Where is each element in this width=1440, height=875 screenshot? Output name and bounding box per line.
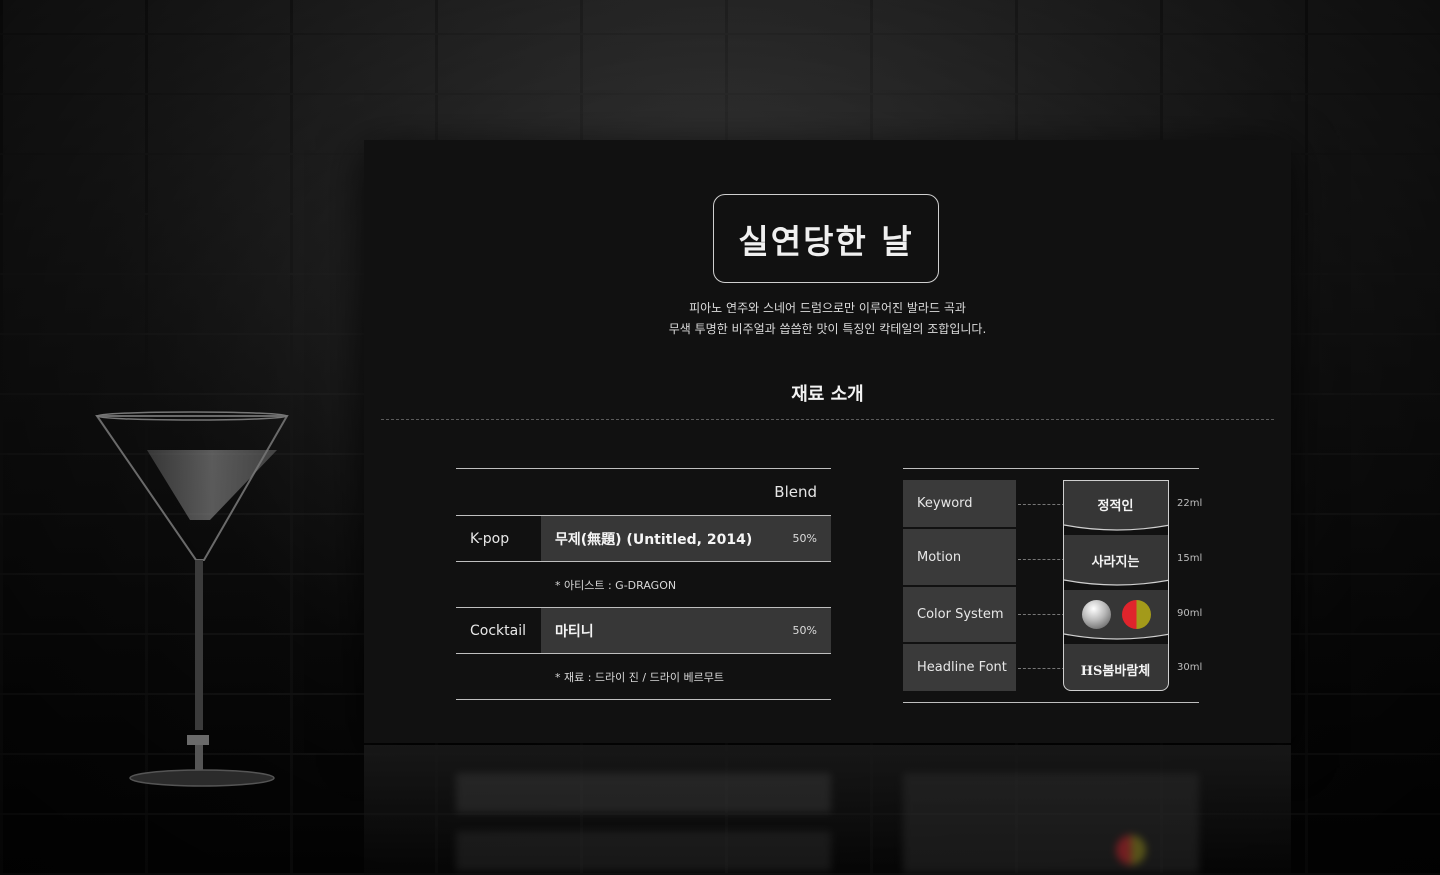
dashed-divider [381, 419, 1274, 420]
table-row: K-pop 무제(無題) (Untitled, 2014) 50% [456, 516, 831, 561]
color-swatch-silver [1082, 600, 1111, 629]
blend-header: Blend [774, 483, 817, 501]
title-frame: 실연당한 날 [713, 194, 939, 283]
ingredient-name: 마티니 [555, 623, 594, 640]
keyword-ml: 22ml [1177, 498, 1203, 509]
page-title: 실연당한 날 [738, 221, 914, 261]
ingredient-percent: 50% [792, 624, 817, 637]
martini-glass-image [95, 411, 289, 787]
category-label: K-pop [470, 530, 510, 547]
ingredient-note: * 재료 : 드라이 진 / 드라이 베르무트 [555, 670, 724, 684]
table-rule [903, 468, 1199, 469]
layer-divider-wave [1064, 579, 1168, 590]
layer-divider-wave [1064, 524, 1168, 535]
recipe-card: 실연당한 날 피아노 연주와 스네어 드럼으로만 이루어진 발라드 곡과 무색 … [364, 140, 1291, 743]
layer-label-keyword: Keyword [903, 480, 1016, 527]
recipe-layers: Keyword Motion Color System Headline Fon… [903, 468, 1203, 704]
layer-label-color-system: Color System [903, 587, 1016, 642]
ingredient-name: 무제(無題) (Untitled, 2014) [555, 531, 753, 548]
description-line-1: 피아노 연주와 스네어 드럼으로만 이루어진 발라드 곡과 [689, 301, 966, 315]
color-swatch-red-olive [1122, 600, 1151, 629]
reflection-blur [1116, 835, 1146, 865]
ingredient-value: 무제(無題) (Untitled, 2014) 50% [541, 516, 831, 561]
ingredient-note: * 아티스트 : G-DRAGON [555, 578, 677, 592]
description-line-2: 무색 투명한 비주얼과 씁씁한 맛이 특징인 칵테일의 조합입니다. [668, 322, 987, 336]
layer-label-headline-font: Headline Font [903, 644, 1016, 691]
motion-ml: 15ml [1177, 553, 1203, 564]
motion-value: 사라지는 [1091, 555, 1140, 570]
layered-glass: 정적인 사라지는 HS봄바람체 [1063, 480, 1169, 691]
headline-font-ml: 30ml [1177, 662, 1203, 673]
table-rule [456, 699, 831, 700]
blend-table: Blend K-pop 무제(無題) (Untitled, 2014) 50% … [456, 468, 831, 700]
layer-label-motion: Motion [903, 529, 1016, 585]
layer-divider-wave [1064, 633, 1168, 644]
card-reflection [364, 745, 1291, 875]
reflection-blur [456, 831, 831, 871]
reflection-blur [456, 773, 831, 813]
table-row: Cocktail 마티니 50% [456, 608, 831, 653]
color-system-ml: 90ml [1177, 608, 1203, 619]
category-label: Cocktail [470, 622, 526, 639]
ingredient-percent: 50% [792, 532, 817, 545]
ingredient-value: 마티니 50% [541, 608, 831, 653]
reflection-blur [903, 773, 1199, 873]
keyword-value: 정적인 [1097, 499, 1134, 514]
table-rule [903, 702, 1199, 703]
headline-font-value: HS봄바람체 [1080, 664, 1151, 679]
section-title: 재료 소개 [791, 384, 864, 405]
